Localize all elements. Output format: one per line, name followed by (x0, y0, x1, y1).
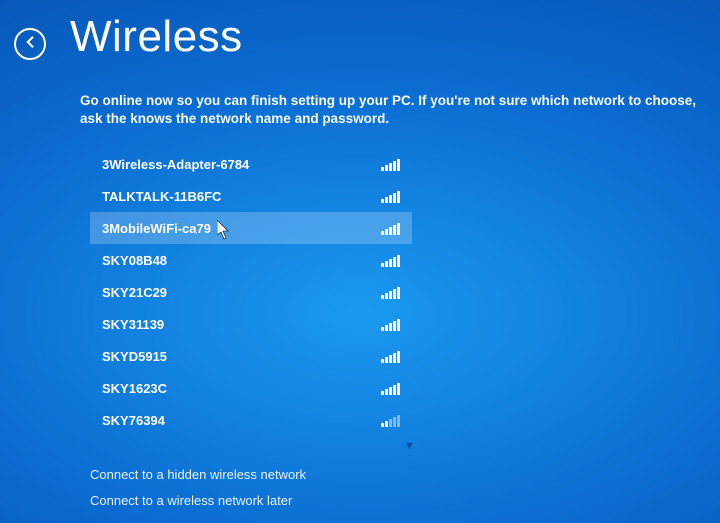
network-row[interactable]: SKY08B48 (90, 244, 412, 276)
back-arrow-icon (21, 33, 39, 56)
signal-strength-icon (381, 382, 400, 395)
network-row[interactable]: SKY21C29 (90, 276, 412, 308)
header: Wireless (14, 12, 243, 62)
signal-strength-icon (381, 158, 400, 171)
network-row[interactable]: SKY76394 (90, 404, 412, 436)
signal-strength-icon (381, 190, 400, 203)
network-list: 3Wireless-Adapter-6784 TALKTALK-11B6FC 3Mo… (90, 148, 412, 436)
network-name: 3Wireless-Adapter-6784 (102, 157, 249, 172)
signal-strength-icon (381, 286, 400, 299)
network-name: SKY21C29 (102, 285, 167, 300)
network-name: SKYD5915 (102, 349, 167, 364)
signal-strength-icon (381, 254, 400, 267)
alt-links: Connect to a hidden wireless network Con… (90, 462, 306, 514)
signal-strength-icon (381, 222, 400, 235)
signal-strength-icon (381, 414, 400, 427)
network-row[interactable]: SKY31139 (90, 308, 412, 340)
scroll-down-icon[interactable]: ▼ (404, 440, 415, 452)
network-name: TALKTALK-11B6FC (102, 189, 221, 204)
network-row[interactable]: TALKTALK-11B6FC (90, 180, 412, 212)
network-row[interactable]: 3MobileWiFi-ca79 (90, 212, 412, 244)
network-name: SKY1623C (102, 381, 167, 396)
network-name: SKY08B48 (102, 253, 167, 268)
signal-strength-icon (381, 350, 400, 363)
network-name: 3MobileWiFi-ca79 (102, 221, 211, 236)
network-name: SKY31139 (102, 317, 164, 332)
signal-strength-icon (381, 318, 400, 331)
connect-later-link[interactable]: Connect to a wireless network later (90, 488, 306, 514)
connect-hidden-link[interactable]: Connect to a hidden wireless network (90, 462, 306, 488)
network-row[interactable]: SKYD5915 (90, 340, 412, 372)
network-row[interactable]: SKY1623C (90, 372, 412, 404)
back-button[interactable] (14, 28, 46, 60)
network-row[interactable]: 3Wireless-Adapter-6784 (90, 148, 412, 180)
page-description: Go online now so you can finish setting … (80, 92, 720, 128)
network-name: SKY76394 (102, 413, 165, 428)
page-title: Wireless (70, 12, 243, 62)
